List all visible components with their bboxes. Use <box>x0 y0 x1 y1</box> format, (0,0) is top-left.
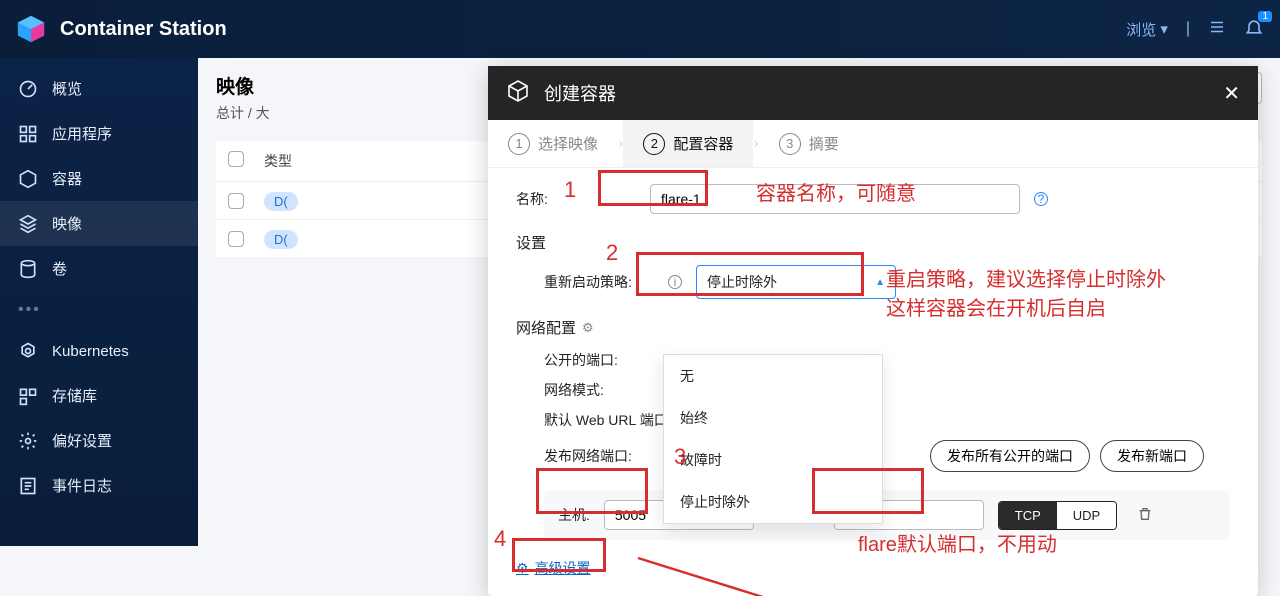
cube-icon <box>506 79 530 108</box>
sidebar-item-images[interactable]: 映像 <box>0 201 198 246</box>
dropdown-option-always[interactable]: 始终 <box>664 397 882 439</box>
modal-title: 创建容器 <box>544 80 616 106</box>
stack-icon[interactable] <box>1208 18 1226 41</box>
restart-policy-dropdown: 无 始终 故障时 停止时除外 <box>663 354 883 524</box>
topbar: Container Station 浏览 ▾ | 1 <box>0 0 1280 58</box>
trash-icon[interactable] <box>1137 506 1153 525</box>
cube-icon <box>18 169 38 189</box>
public-port-label: 公开的端口: <box>544 350 618 370</box>
dropdown-option-unless-stopped[interactable]: 停止时除外 <box>664 481 882 523</box>
app-logo-icon <box>16 14 46 44</box>
chevron-down-icon: ▾ <box>1160 20 1168 38</box>
sidebar-item-label: 存储库 <box>52 385 97 406</box>
kubernetes-icon <box>18 341 38 361</box>
container-name-input[interactable] <box>650 184 1020 214</box>
restart-policy-select[interactable]: 停止时除外 ▲ <box>696 265 896 299</box>
gear-icon <box>18 431 38 451</box>
dropdown-option-none[interactable]: 无 <box>664 355 882 397</box>
notification-badge: 1 <box>1258 11 1272 22</box>
sidebar-item-label: 事件日志 <box>52 475 112 496</box>
sidebar-item-kubernetes[interactable]: Kubernetes <box>0 329 198 373</box>
content-area: 映像 总计 / 大 提取 导 操作 类型 大小 操作 D( :55:29 <box>198 58 1280 546</box>
modal-header: 创建容器 ✕ <box>488 66 1258 120</box>
advanced-label: 高级设置 <box>535 558 591 578</box>
sidebar-item-label: 卷 <box>52 258 67 279</box>
select-value: 停止时除外 <box>707 272 777 292</box>
modal-body: 名称: ? 设置 重新启动策略: i 停止时除外 ▲ 网络配置 ⚙ <box>488 168 1258 596</box>
host-label: 主机: <box>558 505 590 525</box>
sidebar-item-label: 应用程序 <box>52 123 112 144</box>
gear-icon: ⚙ <box>516 560 529 577</box>
step-summary[interactable]: 3摘要 <box>759 120 859 167</box>
step-label: 摘要 <box>809 133 839 154</box>
browse-button[interactable]: 浏览 ▾ <box>1126 19 1168 40</box>
wizard-steps: 1选择映像 › 2配置容器 › 3摘要 <box>488 120 1258 168</box>
info-icon[interactable]: ? <box>1034 192 1048 206</box>
sidebar-item-preferences[interactable]: 偏好设置 <box>0 418 198 463</box>
bell-icon[interactable]: 1 <box>1244 17 1264 42</box>
grid-icon <box>18 124 38 144</box>
sidebar-item-repos[interactable]: 存储库 <box>0 373 198 418</box>
sidebar-item-label: 容器 <box>52 168 82 189</box>
udp-option[interactable]: UDP <box>1057 502 1116 529</box>
step-label: 选择映像 <box>538 133 598 154</box>
network-section-title: 网络配置 ⚙ <box>516 317 1230 338</box>
sidebar-item-overview[interactable]: 概览 <box>0 66 198 111</box>
browse-label: 浏览 <box>1126 19 1156 40</box>
page-title: 映像 <box>216 72 254 99</box>
settings-section-title: 设置 <box>516 232 1230 253</box>
web-url-port-label: 默认 Web URL 端口: <box>544 410 672 430</box>
sidebar-item-apps[interactable]: 应用程序 <box>0 111 198 156</box>
database-icon <box>18 259 38 279</box>
step-select-image[interactable]: 1选择映像 <box>488 120 618 167</box>
sidebar-item-containers[interactable]: 容器 <box>0 156 198 201</box>
sidebar-item-label: 映像 <box>52 213 82 234</box>
protocol-toggle[interactable]: TCP UDP <box>998 501 1117 530</box>
sidebar-item-volumes[interactable]: 卷 <box>0 246 198 291</box>
tcp-option[interactable]: TCP <box>999 502 1057 529</box>
sidebar-item-label: 概览 <box>52 78 82 99</box>
section-label: 网络配置 <box>516 317 576 338</box>
dropdown-option-onfailure[interactable]: 故障时 <box>664 439 882 481</box>
create-container-modal: 创建容器 ✕ 1选择映像 › 2配置容器 › 3摘要 名称: ? 设置 重新启动… <box>488 66 1258 596</box>
sidebar-item-label: 偏好设置 <box>52 430 112 451</box>
divider-icon: | <box>1186 20 1190 38</box>
gauge-icon <box>18 79 38 99</box>
dropdown-triangle-icon: ▲ <box>875 277 885 288</box>
sidebar: 概览 应用程序 容器 映像 卷 ••• Kubernetes 存储库 <box>0 58 198 546</box>
info-icon[interactable]: i <box>668 275 682 289</box>
network-mode-label: 网络模式: <box>544 380 604 400</box>
step-configure[interactable]: 2配置容器 <box>623 120 753 167</box>
select-all-checkbox[interactable] <box>228 151 244 167</box>
close-icon[interactable]: ✕ <box>1223 81 1240 106</box>
restart-policy-label: 重新启动策略: <box>544 272 654 292</box>
type-pill: D( <box>264 230 298 249</box>
log-icon <box>18 476 38 496</box>
step-label: 配置容器 <box>673 133 733 154</box>
type-pill: D( <box>264 192 298 211</box>
advanced-settings-link[interactable]: ⚙ 高级设置 <box>516 558 591 578</box>
port-mapping-row: 主机: 容器: TCP UDP <box>544 490 1230 540</box>
app-title: Container Station <box>60 18 227 41</box>
col-type: 类型 <box>264 151 344 171</box>
layers-icon <box>18 214 38 234</box>
sidebar-separator: ••• <box>0 291 198 329</box>
repo-icon <box>18 386 38 406</box>
annotation-number-4: 4 <box>494 526 506 552</box>
row-checkbox[interactable] <box>228 193 244 209</box>
publish-new-port-button[interactable]: 发布新端口 <box>1100 440 1204 472</box>
name-label: 名称: <box>516 189 636 209</box>
sidebar-item-label: Kubernetes <box>52 343 129 360</box>
publish-all-ports-button[interactable]: 发布所有公开的端口 <box>930 440 1090 472</box>
gear-icon[interactable]: ⚙ <box>582 320 594 336</box>
publish-port-label: 发布网络端口: <box>544 446 632 466</box>
annotation-arrow-icon <box>628 548 828 596</box>
row-checkbox[interactable] <box>228 231 244 247</box>
sidebar-item-events[interactable]: 事件日志 <box>0 463 198 508</box>
